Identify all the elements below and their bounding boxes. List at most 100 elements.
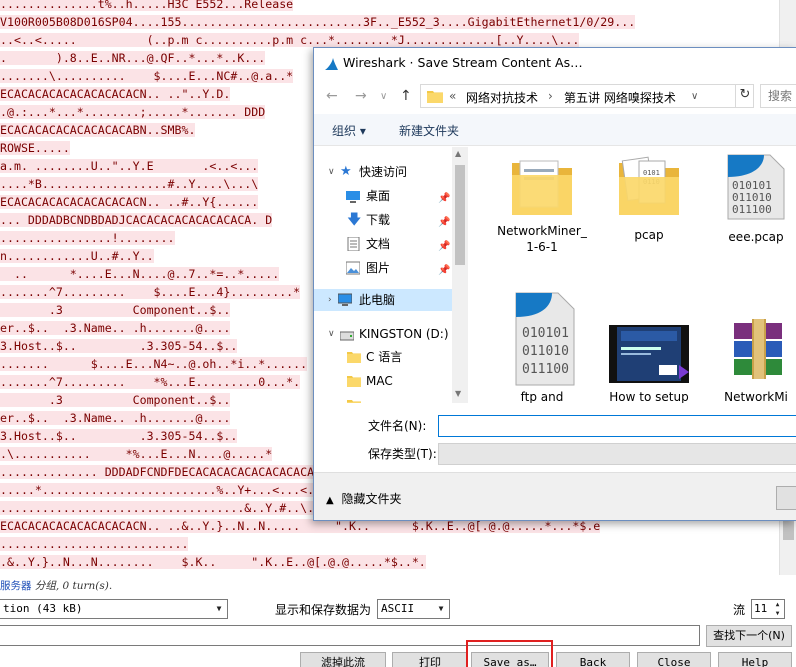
find-input[interactable] — [0, 625, 700, 646]
file-label: eee.pcap — [728, 230, 784, 244]
dialog-title-bar[interactable]: Wireshark · Save Stream Content As… — [314, 48, 796, 79]
stream-text: ....*B..................#..Y....\...\ — [0, 177, 259, 191]
stream-text-line: .@.:...*...*........;.....*....... DDD — [0, 103, 266, 121]
file-item[interactable]: 010101 011010 011100 eee.pcap — [706, 153, 796, 277]
stream-text: ROWSE..... — [0, 141, 70, 155]
back-button[interactable]: Back — [556, 652, 630, 667]
svg-text:011100: 011100 — [522, 362, 569, 377]
stream-text: er..$.. .3.Name.. .h.......@.... — [0, 411, 231, 425]
back-arrow-icon[interactable]: ← — [326, 88, 338, 104]
stream-text-line: ....*B..................#..Y....\...\ — [0, 175, 259, 193]
file-item[interactable]: NetworkMiner_ 1-6-1 — [492, 153, 592, 277]
scroll-down-icon[interactable]: ▼ — [455, 389, 461, 398]
stream-text-line: 3.Host..$.. .3.305-54..$.. — [0, 427, 238, 445]
stream-text-line: .\........... *%...E...N....@.....* — [0, 445, 273, 463]
nav-item-partial[interactable] — [314, 394, 452, 403]
nav-item-this-pc[interactable]: › 此电脑 — [314, 289, 452, 311]
nav-pane-scrollbar[interactable]: ▲ ▼ — [452, 147, 468, 403]
stream-text: V100R005B08D016SP04....155..............… — [0, 15, 636, 29]
chevron-down-icon[interactable]: ∨ — [328, 323, 335, 345]
hide-folders-label: 隐藏文件夹 — [341, 492, 402, 506]
file-item[interactable]: How to setup — [599, 291, 699, 403]
file-item[interactable]: NetworkMi — [706, 291, 796, 403]
show-save-label: 显示和保存数据为 — [275, 603, 372, 617]
navigation-pane: ∨ ★ 快速访问 桌面 📌 🡇 下载 📌 文档 📌 图片 📌 › 此电脑 ∨ K… — [314, 147, 468, 403]
up-arrow-icon[interactable]: ↑ — [400, 88, 412, 104]
stream-text: ........................... — [0, 537, 189, 551]
document-icon — [347, 237, 360, 251]
stream-text: .\........... *%...E...N....@.....* — [0, 447, 273, 461]
address-row: ← → ∨ ↑ « 网络对抗技术 › 第五讲 网络嗅探技术 ∨ ↻ 搜索 — [314, 79, 796, 113]
chevron-right-icon[interactable]: › — [328, 289, 332, 311]
stream-text-line: .............. DDDADFCNDFDECACACACACACAC… — [0, 463, 315, 481]
stream-number-spinner[interactable]: 11 ▲ ▼ — [751, 599, 785, 619]
scroll-up-icon[interactable]: ▲ — [455, 149, 461, 158]
computer-icon — [338, 293, 352, 306]
file-item[interactable]: 0101 0110 pcap — [599, 153, 699, 277]
new-folder-button[interactable]: 新建文件夹 — [399, 122, 459, 139]
filter-out-stream-button[interactable]: 滤掉此流 — [300, 652, 386, 667]
forward-arrow-icon[interactable]: → — [355, 88, 367, 104]
help-button[interactable]: Help — [718, 652, 792, 667]
nav-item-quick-access[interactable]: ∨ ★ 快速访问 — [314, 161, 452, 183]
stream-text: .......^7......... $....E...4}.........* — [0, 285, 301, 299]
nav-item-downloads[interactable]: 🡇 下载 📌 — [314, 209, 452, 231]
encoding-select[interactable]: ASCII ▼ — [377, 599, 450, 619]
video-file-icon — [609, 325, 689, 383]
find-next-button[interactable]: 查找下一个(N) — [706, 625, 792, 647]
stream-text-line: 3.Host..$.. .3.305-54..$.. — [0, 337, 238, 355]
chevron-down-icon[interactable]: ∨ — [328, 161, 335, 183]
dialog-save-button[interactable] — [776, 486, 796, 510]
breadcrumb-overflow[interactable]: « — [449, 89, 456, 103]
file-list-pane: NetworkMiner_ 1-6-1 0101 0110 pcap 01010… — [470, 147, 796, 403]
stream-text: a.m. ........U.."..Y.E .<..<... — [0, 159, 259, 173]
nav-label: 快速访问 — [359, 165, 408, 179]
file-type-select[interactable] — [438, 443, 796, 465]
encoding-value: ASCII — [381, 602, 415, 615]
breadcrumb-item[interactable]: 第五讲 网络嗅探技术 — [564, 89, 676, 106]
nav-item-mac[interactable]: MAC — [314, 370, 452, 392]
stream-text-line: n............U..#..Y.. — [0, 247, 154, 265]
search-input[interactable]: 搜索 — [760, 84, 796, 108]
stream-text-line: .3 Component..$.. — [0, 301, 231, 319]
recent-dropdown-icon[interactable]: ∨ — [380, 91, 387, 102]
organize-menu[interactable]: 组织 ▾ — [332, 122, 366, 139]
nav-item-documents[interactable]: 文档 📌 — [314, 233, 452, 255]
stream-text-line: er..$.. .3.Name.. .h.......@.... — [0, 409, 231, 427]
nav-item-pictures[interactable]: 图片 📌 — [314, 257, 452, 279]
stream-text-line: .......^7......... *%...E.........0...*. — [0, 373, 301, 391]
nav-label: MAC — [366, 374, 393, 388]
dialog-footer: ▲ 隐藏文件夹 — [314, 472, 796, 520]
nav-item-c-language[interactable]: C 语言 — [314, 346, 452, 368]
status-suffix: 分组, 0 turn(s). — [31, 580, 113, 592]
stream-text-line: ECACACACACACACACACACN.. ..#..Y{...... — [0, 193, 259, 211]
stream-text-line: ROWSE..... — [0, 139, 70, 157]
star-icon: ★ — [340, 164, 352, 179]
hide-folders-toggle[interactable]: ▲ 隐藏文件夹 — [326, 490, 402, 507]
stream-text-line: .&..Y.}..N...N........ $.K.. ".K..E..@[.… — [0, 553, 426, 571]
stream-text: ECACACACACACACACACACN.. ..&..Y.}..N..N..… — [0, 519, 601, 533]
spinner-arrows-icon[interactable]: ▲ ▼ — [773, 600, 782, 618]
stream-text-line: ........................... — [0, 535, 189, 553]
close-button[interactable]: Close — [637, 652, 711, 667]
print-button[interactable]: 打印 — [392, 652, 468, 667]
file-item[interactable]: 010101 011010 011100 ftp and — [492, 291, 592, 403]
status-prefix: 服务器 — [0, 580, 32, 592]
address-bar[interactable]: « 网络对抗技术 › 第五讲 网络嗅探技术 ∨ — [420, 84, 754, 108]
breadcrumb-item[interactable]: 网络对抗技术 — [466, 89, 538, 106]
conversation-select[interactable]: tion (43 kB) ▼ — [0, 599, 228, 619]
stream-text: .3 Component..$.. — [0, 393, 231, 407]
stream-text-line: ....... $....E...N4~..@.oh..*i..*...... — [0, 355, 308, 373]
refresh-icon[interactable]: ↻ — [735, 84, 754, 108]
winrar-archive-icon — [734, 319, 782, 379]
file-type-label: 保存类型(T): — [368, 447, 437, 461]
chevron-down-icon[interactable]: ∨ — [691, 91, 698, 102]
folder-icon — [347, 352, 361, 363]
folder-icon — [347, 376, 361, 387]
command-bar: 组织 ▾ 新建文件夹 — [314, 114, 796, 146]
nav-item-desktop[interactable]: 桌面 📌 — [314, 185, 452, 207]
pin-icon: 📌 — [438, 241, 451, 252]
nav-scroll-thumb[interactable] — [455, 165, 465, 265]
filename-input[interactable] — [438, 415, 796, 437]
nav-item-kingston-drive[interactable]: ∨ KINGSTON (D:) — [314, 323, 452, 345]
